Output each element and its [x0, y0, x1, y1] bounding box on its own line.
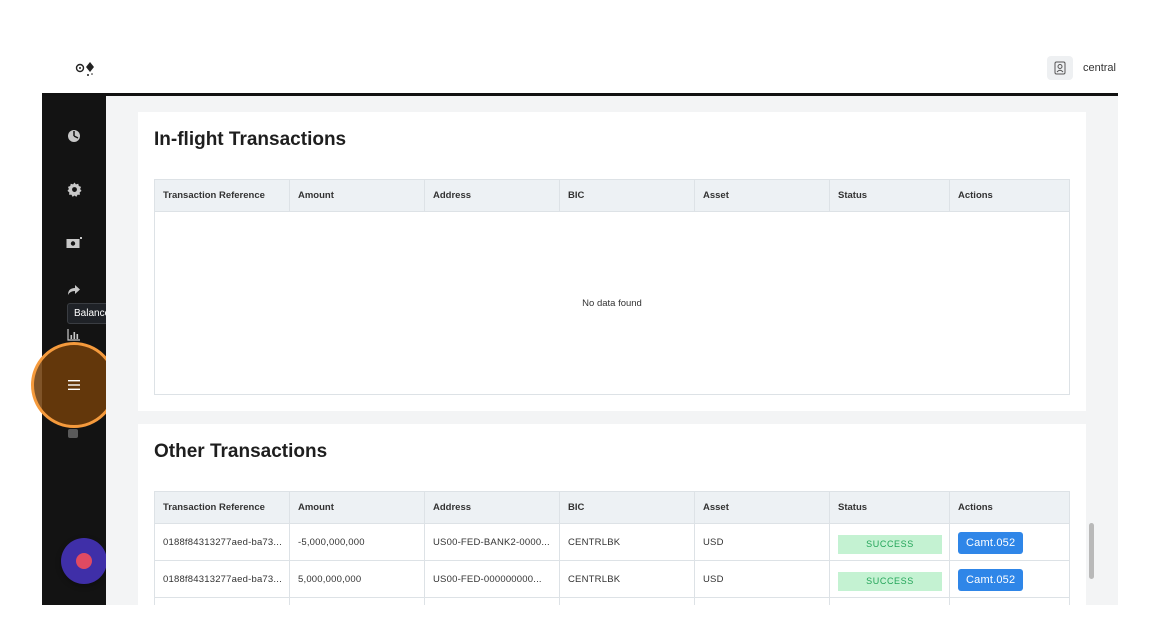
table-row	[155, 598, 1069, 605]
column-header[interactable]: Amount	[290, 180, 425, 211]
amount-cell: -5,000,000,000	[290, 524, 425, 560]
amount-cell: 5,000,000,000	[290, 561, 425, 597]
inflight-title: In-flight Transactions	[154, 129, 347, 150]
asset-cell: USD	[695, 524, 830, 560]
column-header[interactable]: Status	[830, 492, 950, 523]
asset-cell: USD	[695, 561, 830, 597]
empty-state-text: No data found	[582, 297, 642, 309]
transaction-reference-cell: 0188f84313277aed-ba73...	[155, 561, 290, 597]
table-scrollbar[interactable]	[1089, 523, 1094, 579]
status-cell: SUCCESS	[830, 524, 950, 560]
record-button[interactable]	[61, 538, 107, 584]
table-row: 0188f84313277aed-ba73... 5,000,000,000 U…	[155, 561, 1069, 598]
table-row: 0188f84313277aed-ba73... -5,000,000,000 …	[155, 524, 1069, 561]
column-header[interactable]: Transaction Reference	[155, 492, 290, 523]
inflight-transactions-card: In-flight Transactions Transaction Refer…	[138, 112, 1086, 411]
column-header[interactable]: Transaction Reference	[155, 180, 290, 211]
user-name: central	[1082, 62, 1116, 74]
other-title: Other Transactions	[154, 441, 328, 462]
bic-cell: CENTRLBK	[560, 561, 695, 597]
status-cell: SUCCESS	[830, 561, 950, 597]
money-icon[interactable]	[64, 233, 84, 253]
table-header: Transaction Reference Amount Address BIC…	[155, 180, 1069, 212]
column-header[interactable]: Address	[425, 180, 560, 211]
column-header[interactable]: BIC	[560, 180, 695, 211]
user-menu[interactable]: central	[1046, 56, 1116, 80]
actions-cell: Camt.052	[950, 561, 1069, 597]
address-cell: US00-FED-000000000...	[425, 561, 560, 597]
column-header[interactable]: Asset	[695, 180, 830, 211]
other-table: Transaction Reference Amount Address BIC…	[154, 491, 1070, 605]
column-header[interactable]: BIC	[560, 492, 695, 523]
camt052-button[interactable]: Camt.052	[958, 569, 1024, 591]
camt052-button[interactable]: Camt.052	[958, 532, 1024, 554]
column-header[interactable]: Asset	[695, 492, 830, 523]
inflight-table: Transaction Reference Amount Address BIC…	[154, 179, 1070, 395]
main-content: In-flight Transactions Transaction Refer…	[106, 96, 1118, 605]
address-cell: US00-FED-BANK2-0000...	[425, 524, 560, 560]
app-page: central Balances In-flight Transactions …	[0, 0, 1172, 640]
gear-icon[interactable]	[64, 179, 84, 199]
user-icon	[1046, 56, 1073, 80]
status-badge: SUCCESS	[838, 534, 942, 554]
list-menu-highlight[interactable]	[31, 342, 117, 428]
column-header[interactable]: Address	[425, 492, 560, 523]
record-dot-icon	[76, 553, 92, 569]
bic-cell: CENTRLBK	[560, 524, 695, 560]
column-header[interactable]: Actions	[950, 492, 1069, 523]
status-badge: SUCCESS	[838, 571, 942, 591]
share-arrow-icon[interactable]	[64, 280, 84, 300]
column-header[interactable]: Amount	[290, 492, 425, 523]
column-header[interactable]: Actions	[950, 180, 1069, 211]
dashboard-icon[interactable]	[64, 126, 84, 146]
table-header: Transaction Reference Amount Address BIC…	[155, 492, 1069, 524]
transaction-reference-cell: 0188f84313277aed-ba73...	[155, 524, 290, 560]
logo-icon	[75, 62, 94, 76]
list-icon	[68, 380, 80, 390]
other-transactions-card: Other Transactions Transaction Reference…	[138, 424, 1086, 605]
column-header[interactable]: Status	[830, 180, 950, 211]
actions-cell: Camt.052	[950, 524, 1069, 560]
